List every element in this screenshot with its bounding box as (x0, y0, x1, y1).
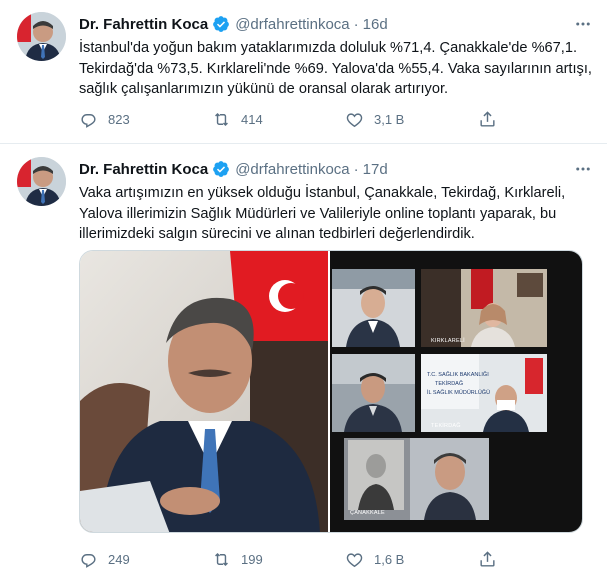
like-icon (346, 552, 363, 567)
like-button[interactable]: 3,1 B (345, 110, 478, 129)
author-handle[interactable]: @drfahrettinkoca (235, 16, 349, 33)
conference-tile-kirklareli: KIRKLARELİ (421, 269, 548, 347)
tweet-timestamp[interactable]: 17d (363, 161, 388, 178)
tweet-1[interactable]: Dr. Fahrettin Koca @drfahrettinkoca · 16… (0, 0, 607, 144)
share-icon (480, 550, 495, 567)
more-icon[interactable] (573, 14, 593, 34)
like-count: 3,1 B (374, 111, 405, 127)
avatar[interactable] (17, 12, 66, 61)
conference-tile-tekirdag: T.C. SAĞLIK BAKANLIĞI TEKİRDAĞ İL SAĞLIK M… (421, 354, 548, 432)
conference-tile-canakkale: ÇANAKKALE (344, 438, 490, 520)
caption-kirklareli: KIRKLARELİ (431, 338, 465, 344)
author-name[interactable]: Dr. Fahrettin Koca (79, 161, 208, 178)
share-button[interactable] (478, 110, 497, 129)
avatar-image (17, 157, 66, 206)
retweet-count: 199 (241, 551, 263, 567)
verified-badge-icon (213, 161, 230, 177)
author-handle[interactable]: @drfahrettinkoca (235, 161, 349, 178)
caption-tekirdag: TEKİRDAĞ (431, 423, 461, 429)
tweet-actions: 249 199 1,6 B (79, 547, 519, 571)
avatar[interactable] (17, 157, 66, 206)
retweet-button[interactable]: 199 (212, 550, 345, 569)
reply-button[interactable]: 823 (79, 110, 212, 129)
reply-count: 249 (108, 551, 130, 567)
like-button[interactable]: 1,6 B (345, 550, 478, 569)
tweet-media[interactable]: KIRKLARELİ T.C. SAĞLIK BAKANLIĞI TEKİRDAĞ… (79, 250, 583, 533)
conference-tile-3 (332, 354, 416, 432)
conference-tile-1 (332, 269, 416, 347)
video-conference-photo[interactable]: KIRKLARELİ T.C. SAĞLIK BAKANLIĞI TEKİRDAĞ… (330, 251, 582, 532)
tweet-text: İstanbul'da yoğun bakım yataklarımızda d… (79, 40, 592, 97)
minister-photo-image (80, 251, 329, 532)
sign-line-1: T.C. SAĞLIK BAKANLIĞI (427, 371, 489, 378)
verified-badge-icon (213, 16, 230, 32)
reply-count: 823 (108, 111, 130, 127)
like-icon (346, 112, 363, 127)
tweet-header: Dr. Fahrettin Koca @drfahrettinkoca · 16… (79, 14, 388, 34)
separator-dot: · (353, 160, 359, 178)
avatar-image (17, 12, 66, 61)
retweet-count: 414 (241, 111, 263, 127)
minister-photo[interactable] (80, 251, 329, 532)
share-button[interactable] (478, 550, 497, 569)
sign-line-3: İL SAĞLIK MÜDÜRLÜĞÜ (427, 389, 490, 396)
like-count: 1,6 B (374, 551, 405, 567)
tweet-timestamp[interactable]: 16d (363, 16, 388, 33)
tweet-header: Dr. Fahrettin Koca @drfahrettinkoca · 17… (79, 159, 388, 179)
more-icon[interactable] (573, 159, 593, 179)
tweet-text: Vaka artışımızın en yüksek olduğu İstanb… (79, 185, 566, 242)
share-icon (480, 110, 495, 127)
reply-icon (81, 113, 96, 128)
retweet-button[interactable]: 414 (212, 110, 345, 129)
caption-canakkale: ÇANAKKALE (350, 510, 385, 516)
retweet-icon (215, 112, 228, 126)
tweet-2[interactable]: Dr. Fahrettin Koca @drfahrettinkoca · 17… (0, 145, 607, 582)
reply-button[interactable]: 249 (79, 550, 212, 569)
sign-line-2: TEKİRDAĞ (435, 380, 463, 387)
retweet-icon (215, 552, 228, 566)
separator-dot: · (353, 15, 359, 33)
tweet-actions: 823 414 3,1 B (79, 107, 519, 131)
reply-icon (81, 553, 96, 568)
author-name[interactable]: Dr. Fahrettin Koca (79, 16, 208, 33)
